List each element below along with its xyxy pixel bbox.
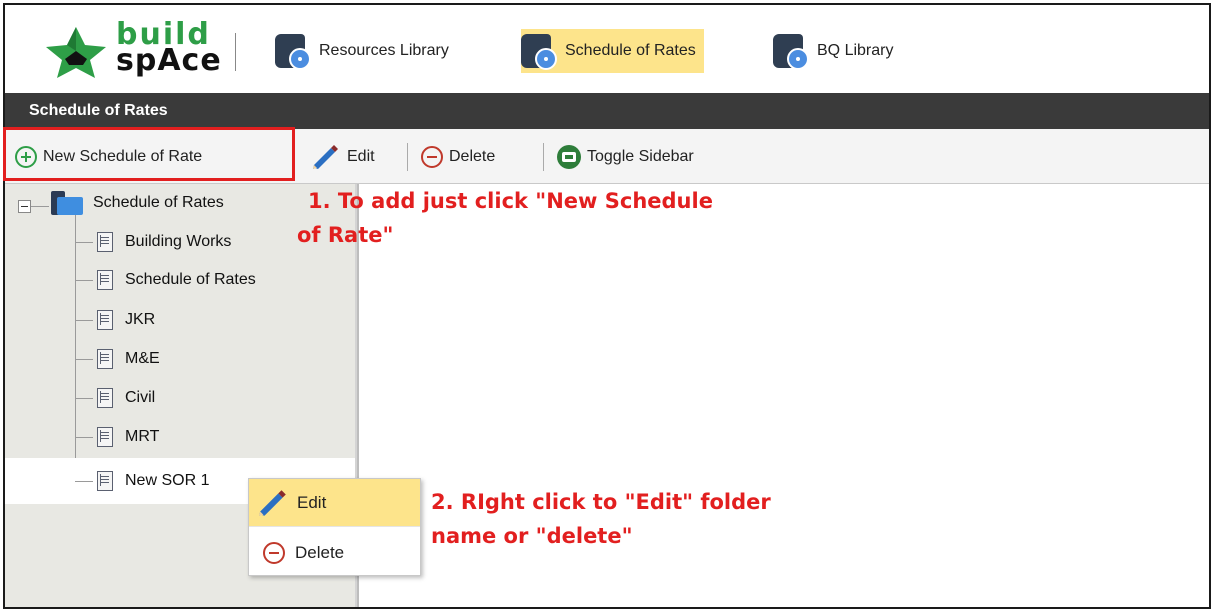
tree-item-label: M&E (125, 350, 160, 367)
toggle-sidebar-label: Toggle Sidebar (587, 147, 694, 165)
tree-connector (75, 437, 93, 438)
menu-divider (249, 526, 420, 527)
tree-item-label: Schedule of Rates (125, 271, 256, 288)
logo-mark-icon (46, 27, 106, 78)
document-icon (97, 349, 113, 369)
tree-item-mrt[interactable]: MRT (97, 418, 159, 456)
delete-label: Delete (449, 147, 496, 165)
edit-label: Edit (347, 147, 375, 165)
tree-connector (75, 210, 76, 472)
tab-label: Resources Library (319, 42, 449, 59)
tree-item-label: New SOR 1 (125, 472, 210, 489)
context-delete-item[interactable]: Delete (249, 529, 420, 576)
document-icon (97, 388, 113, 408)
header-divider (235, 33, 236, 71)
tab-resources-library[interactable]: Resources Library (275, 29, 457, 73)
tree-connector (75, 320, 93, 321)
delete-button[interactable]: Delete (421, 129, 495, 184)
app-window: build spAce Resources Library Schedule o… (3, 3, 1211, 609)
context-delete-label: Delete (295, 542, 345, 562)
folder-icon (51, 191, 83, 215)
tree-item-building-works[interactable]: Building Works (97, 223, 231, 261)
document-icon (97, 471, 113, 491)
library-disc-icon (521, 32, 557, 70)
pencil-icon (313, 144, 338, 169)
context-edit-label: Edit (297, 492, 327, 512)
tab-label: BQ Library (817, 42, 894, 59)
annotation-step1-line2: of Rate" (297, 223, 394, 247)
annotation-step1-line1: 1. To add just click "New Schedule (308, 189, 713, 213)
tree-item-jkr[interactable]: JKR (97, 301, 155, 339)
collapse-toggle-icon[interactable] (18, 200, 31, 213)
toggle-sidebar-button[interactable]: Toggle Sidebar (557, 129, 694, 184)
context-edit-item[interactable]: Edit (249, 479, 420, 526)
tree-connector (31, 206, 49, 207)
panel-title: Schedule of Rates (5, 93, 1209, 129)
toolbar-divider (407, 143, 408, 171)
remove-circle-icon (421, 145, 443, 168)
tree-item-label: JKR (125, 311, 156, 328)
annotation-step2-line1: 2. RIght click to "Edit" folder (431, 490, 771, 514)
library-disc-icon (275, 32, 311, 70)
buildspace-logo: build spAce (43, 17, 223, 81)
tree-connector (75, 280, 93, 281)
highlight-new-schedule (3, 127, 295, 181)
document-icon (97, 270, 113, 290)
logo-text-space: spAce (116, 43, 222, 78)
tree-item-civil[interactable]: Civil (97, 379, 155, 417)
tree-item-label: MRT (125, 428, 160, 445)
edit-button[interactable]: Edit (311, 129, 375, 184)
tree-root[interactable]: Schedule of Rates (51, 184, 224, 222)
context-menu: Edit Delete (248, 478, 421, 576)
tree-item-label: Building Works (125, 233, 232, 250)
tree-connector (75, 480, 93, 482)
toolbar-divider (543, 143, 544, 171)
toggle-sidebar-icon (557, 144, 581, 169)
library-disc-icon (773, 32, 809, 70)
document-icon (97, 232, 113, 252)
header: build spAce Resources Library Schedule o… (5, 5, 1209, 93)
tab-label: Schedule of Rates (565, 42, 696, 59)
tree-root-label: Schedule of Rates (93, 194, 224, 211)
document-icon (97, 427, 113, 447)
tree-item-schedule-of-rates[interactable]: Schedule of Rates (97, 261, 256, 299)
pencil-icon (259, 489, 286, 516)
tab-schedule-of-rates[interactable]: Schedule of Rates (521, 29, 704, 73)
remove-circle-icon (263, 541, 285, 564)
tree-connector (75, 398, 93, 399)
tab-bq-library[interactable]: BQ Library (773, 29, 901, 73)
tree-connector (75, 242, 93, 243)
tree-item-m-and-e[interactable]: M&E (97, 340, 160, 378)
annotation-step2-line2: name or "delete" (431, 524, 633, 548)
tree-connector (75, 359, 93, 360)
tree-item-label: Civil (125, 389, 156, 406)
document-icon (97, 310, 113, 330)
